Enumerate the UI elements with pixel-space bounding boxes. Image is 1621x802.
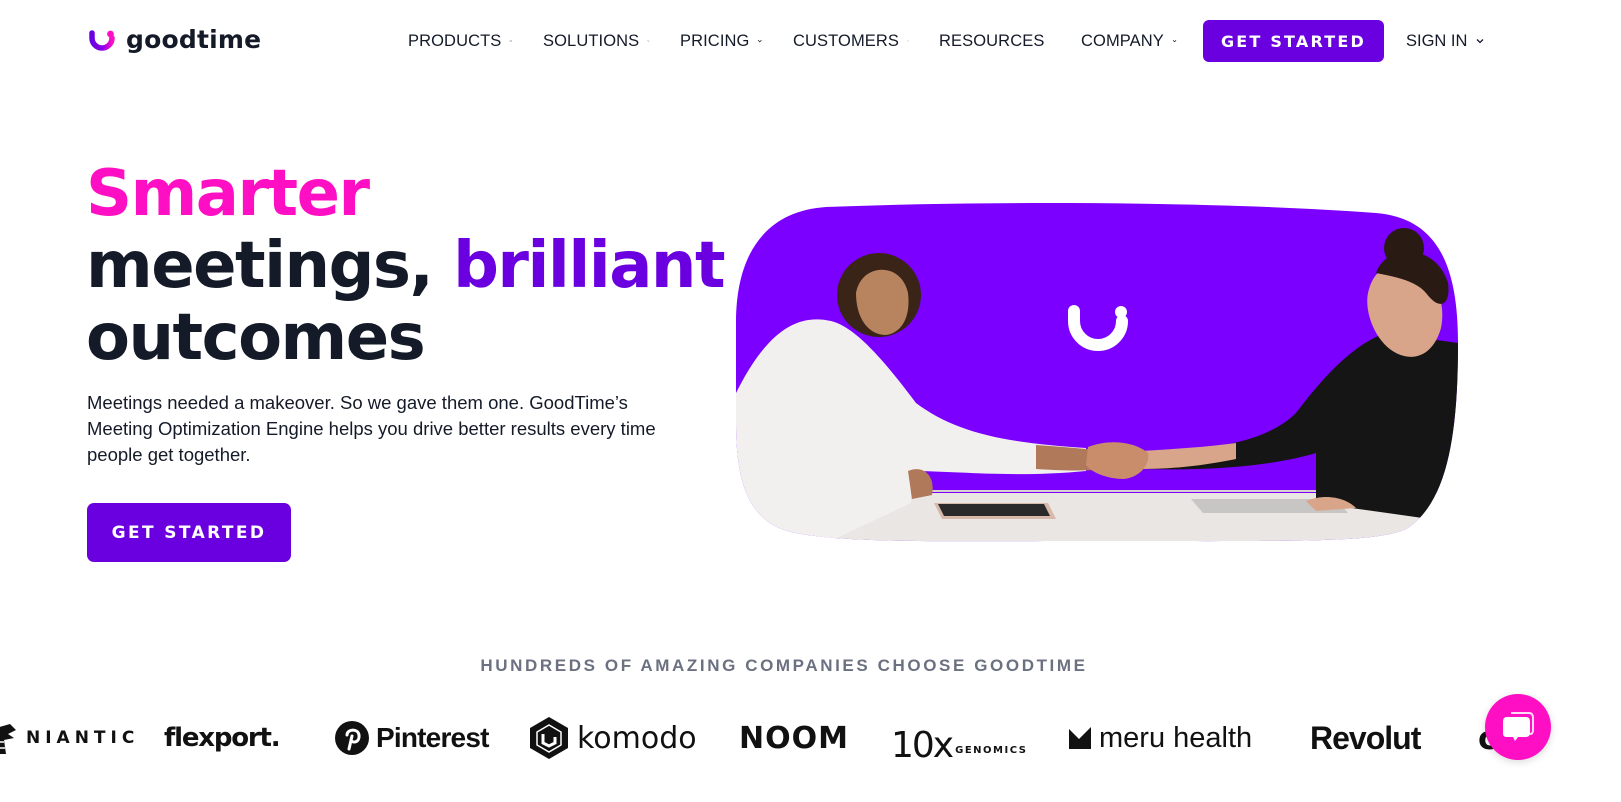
headline-line-smarter: Smarter: [86, 157, 370, 231]
nav-company[interactable]: COMPANY: [1081, 28, 1177, 54]
logo-text: 10x: [891, 725, 954, 766]
headline-line-2: meetings, brilliant: [86, 229, 726, 303]
chevron-down-icon: [647, 40, 650, 42]
nav-label: RESOURCES: [939, 31, 1045, 50]
sign-in-label: SIGN IN: [1406, 31, 1468, 50]
hero-image: [736, 203, 1458, 543]
nav-label: PRICING: [680, 31, 750, 50]
nav-products[interactable]: PRODUCTS: [408, 28, 513, 54]
handshake-illustration: [736, 203, 1458, 542]
main-nav: PRODUCTS SOLUTIONS PRICING CUSTOMERS RES…: [408, 28, 1207, 54]
get-started-button-hero[interactable]: GET STARTED: [87, 503, 291, 562]
site-header: goodtime PRODUCTS SOLUTIONS PRICING CUST…: [0, 0, 1621, 82]
logo-text: komodo: [577, 720, 697, 756]
logo-wordmark: goodtime: [126, 25, 262, 54]
chat-widget-button[interactable]: [1485, 694, 1551, 760]
logo-10x-genomics: 10x GENOMICS: [891, 708, 1027, 768]
chevron-down-icon: [1172, 40, 1177, 43]
headline-meetings: meetings,: [86, 229, 454, 303]
nav-label: PRODUCTS: [408, 31, 502, 50]
goodtime-smile-icon: [89, 30, 115, 51]
nav-customers[interactable]: CUSTOMERS: [793, 28, 909, 54]
logo-flexport: flexport.: [164, 708, 281, 768]
logo-pinterest: Pinterest: [334, 708, 489, 768]
nav-solutions[interactable]: SOLUTIONS: [543, 28, 650, 54]
headline-line-outcomes: outcomes: [86, 301, 426, 375]
pinterest-p-icon: [335, 721, 369, 755]
nav-pricing[interactable]: PRICING: [680, 28, 763, 54]
chevron-down-icon: [1476, 39, 1484, 44]
goodtime-logo[interactable]: goodtime: [88, 26, 261, 54]
chevron-down-icon: [907, 40, 909, 42]
chat-bubbles-icon: [1503, 712, 1534, 741]
logo-revolut: Revolut: [1310, 708, 1421, 768]
logo-niantic: NIANTIC: [0, 708, 139, 768]
chevron-down-icon: [758, 39, 763, 43]
nav-label: CUSTOMERS: [793, 31, 900, 50]
customer-logos: NIANTIC flexport. Pinterest komodo NOOM …: [0, 708, 1621, 768]
hero-headline: Smarter meetings, brilliant outcomes: [86, 157, 726, 375]
logo-subtext: GENOMICS: [955, 745, 1028, 756]
logo-meru-health: meru health: [1069, 708, 1252, 768]
get-started-button-header[interactable]: GET STARTED: [1203, 20, 1384, 62]
niantic-emblem-icon: [0, 724, 16, 754]
logo-noom: NOOM: [739, 708, 849, 768]
headline-brilliant: brilliant: [453, 229, 725, 303]
nav-label: SOLUTIONS: [543, 31, 640, 50]
logo-text: Pinterest: [376, 722, 489, 753]
sign-in-menu[interactable]: SIGN IN: [1406, 28, 1485, 54]
chevron-down-icon: [509, 40, 513, 42]
meru-mountain-icon: [1069, 727, 1091, 749]
logo-text: Revolut: [1310, 719, 1421, 756]
customers-heading: HUNDREDS OF AMAZING COMPANIES CHOOSE GOO…: [480, 656, 1088, 675]
logo-komodo: komodo: [529, 708, 697, 768]
logo-text: NOOM: [739, 720, 849, 756]
nav-resources[interactable]: RESOURCES: [939, 28, 1051, 54]
nav-label: COMPANY: [1081, 31, 1164, 50]
logo-text: meru health: [1099, 721, 1253, 754]
komodo-hexagon-icon: [530, 717, 568, 759]
logo-text: flexport.: [164, 723, 281, 753]
hero-description: Meetings needed a makeover. So we gave t…: [87, 392, 656, 465]
logo-text: NIANTIC: [26, 728, 140, 748]
